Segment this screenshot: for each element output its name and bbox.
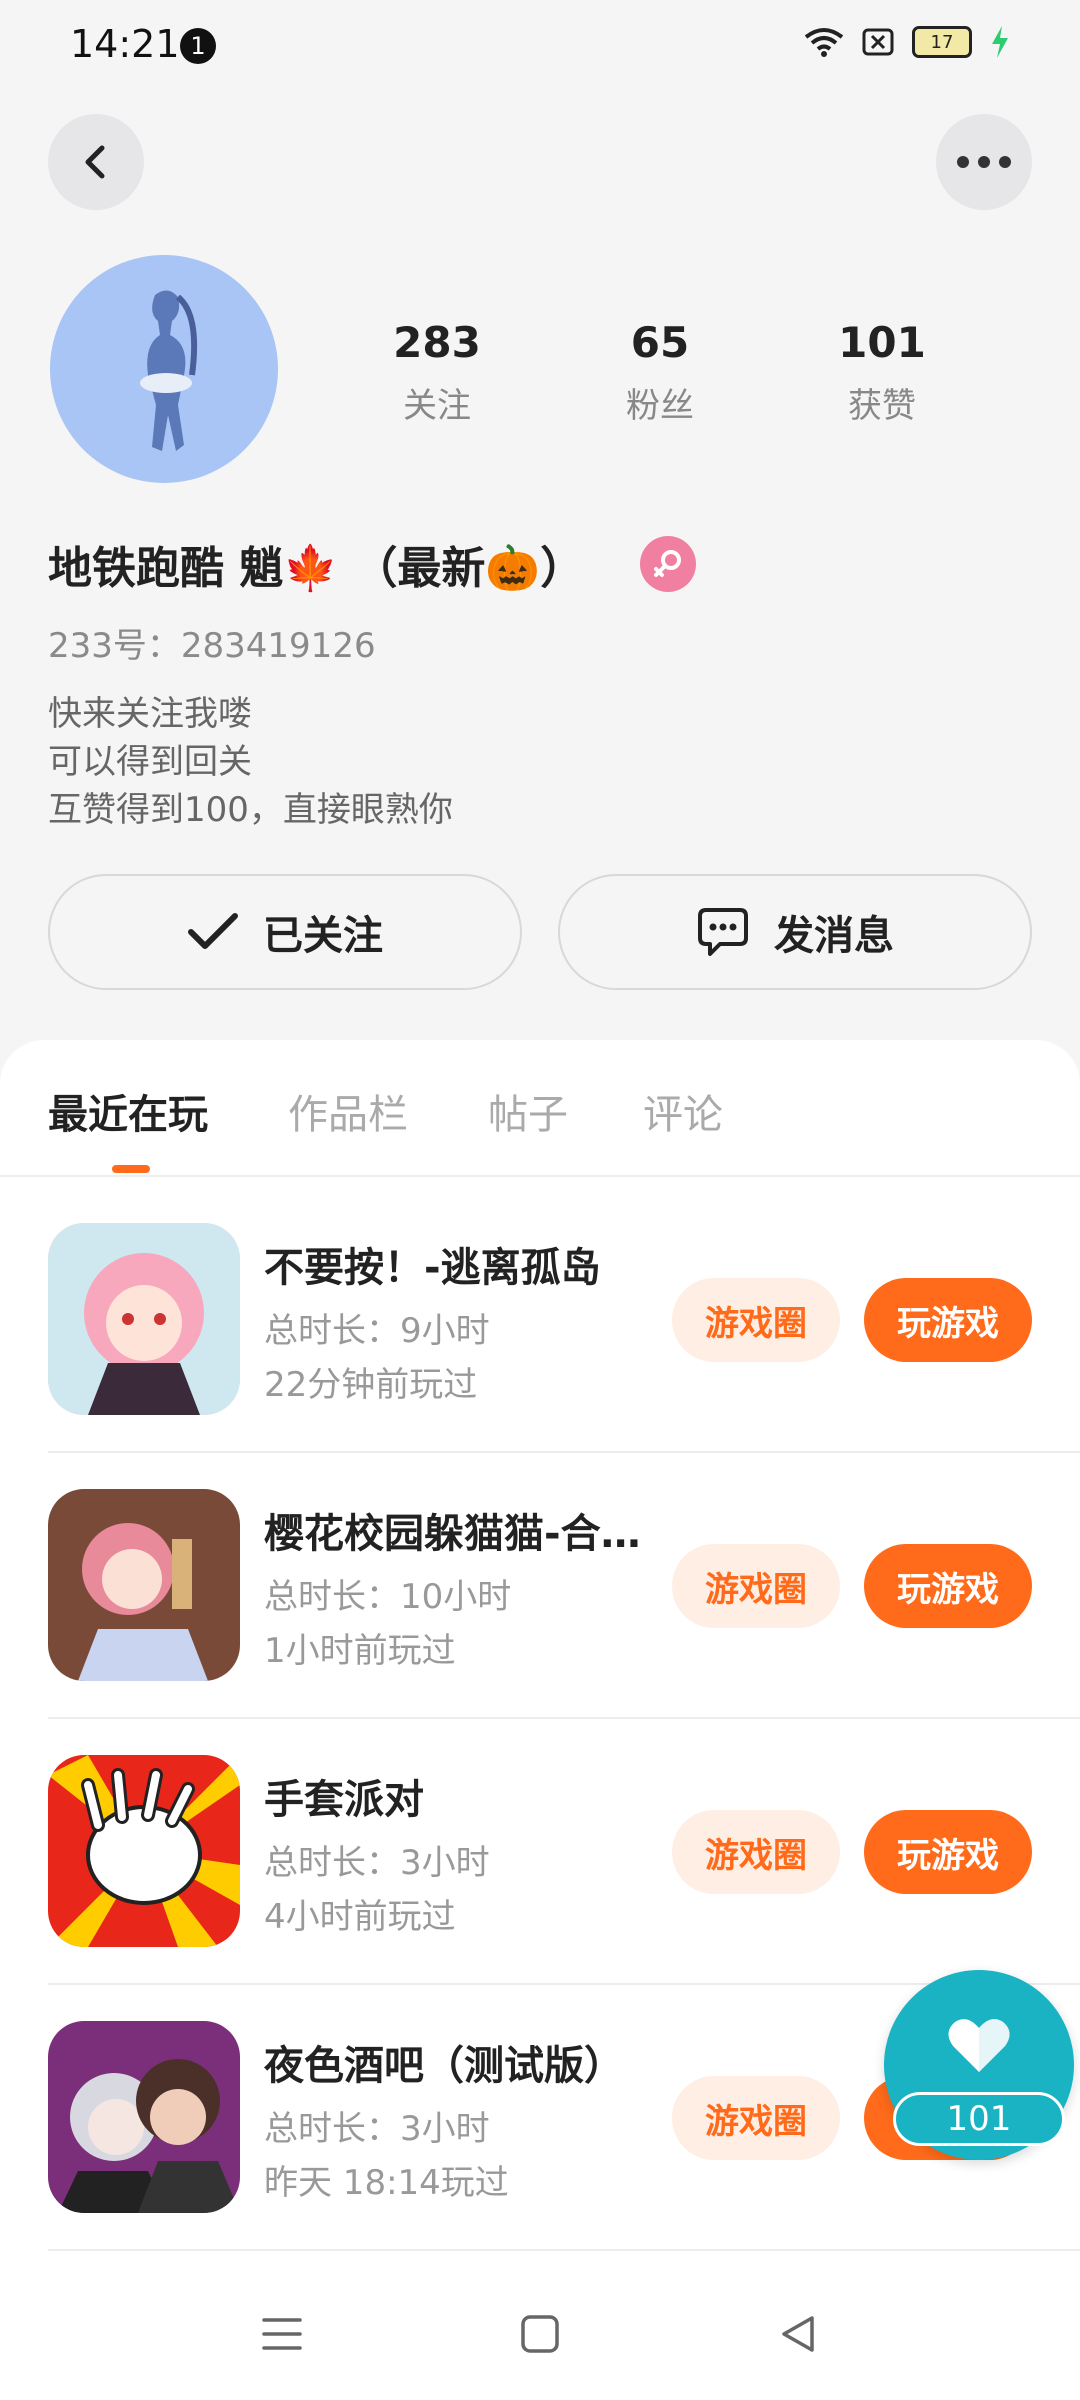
user-id: 233号：283419126 — [48, 626, 376, 666]
status-icons: 17 — [804, 26, 1010, 58]
likes-count[interactable]: 101 — [782, 318, 982, 367]
row-divider — [48, 2249, 1080, 2251]
like-count[interactable]: 101 — [893, 2092, 1065, 2146]
tab-works[interactable]: 作品栏 — [288, 1082, 408, 1140]
message-button[interactable]: 发消息 — [558, 874, 1032, 990]
game-duration: 总时长：3小时 — [264, 2109, 490, 2149]
game-thumbnail[interactable] — [48, 2021, 240, 2213]
game-title: 樱花校园躲猫猫-合… — [264, 1511, 641, 1557]
game-duration: 总时长：10小时 — [264, 1577, 512, 1617]
game-row[interactable]: 不要按！-逃离孤岛 总时长：9小时 22分钟前玩过 游戏圈 玩游戏 — [0, 1177, 1080, 1443]
status-time: 14:21 — [70, 22, 180, 66]
female-gender-icon — [640, 536, 696, 592]
avatar[interactable] — [50, 255, 278, 483]
following-label[interactable]: 关注 — [337, 378, 537, 427]
game-row[interactable]: 樱花校园躲猫猫-合… 总时长：10小时 1小时前玩过 游戏圈 玩游戏 — [0, 1443, 1080, 1709]
play-game-button[interactable]: 玩游戏 — [864, 1810, 1032, 1894]
game-thumbnail[interactable] — [48, 1489, 240, 1681]
check-icon — [188, 913, 238, 949]
system-nav-bar — [0, 2268, 1080, 2400]
avatar-character-icon — [140, 290, 198, 451]
charging-icon — [992, 26, 1008, 58]
wifi-icon — [804, 28, 844, 57]
fans-count[interactable]: 65 — [560, 318, 760, 367]
tab-posts[interactable]: 帖子 — [488, 1082, 568, 1140]
game-circle-button[interactable]: 游戏圈 — [672, 2076, 840, 2160]
following-button[interactable]: 已关注 — [48, 874, 522, 990]
game-row[interactable]: 手套派对 总时长：3小时 4小时前玩过 游戏圈 玩游戏 — [0, 1709, 1080, 1975]
game-title: 夜色酒吧（测试版） — [264, 2043, 624, 2089]
profile-name: 地铁跑酷 魈🍁 （最新🎃） — [48, 543, 585, 594]
more-dots-icon — [957, 156, 1011, 168]
game-duration: 总时长：3小时 — [264, 1843, 490, 1883]
tab-comments[interactable]: 评论 — [643, 1082, 723, 1140]
sim-off-icon — [862, 28, 894, 56]
game-circle-button[interactable]: 游戏圈 — [672, 1810, 840, 1894]
back-triangle-icon[interactable] — [778, 2314, 818, 2354]
back-button[interactable] — [48, 114, 144, 210]
game-circle-button[interactable]: 游戏圈 — [672, 1544, 840, 1628]
bio-line: 互赞得到100，直接眼熟你 — [48, 790, 453, 830]
notification-badge: 1 — [180, 28, 216, 64]
following-count[interactable]: 283 — [337, 318, 537, 367]
game-title: 不要按！-逃离孤岛 — [264, 1245, 601, 1291]
status-bar: 14:21 1 17 — [0, 0, 1080, 96]
likes-label[interactable]: 获赞 — [782, 378, 982, 427]
battery-icon: 17 — [912, 26, 972, 58]
game-circle-button[interactable]: 游戏圈 — [672, 1278, 840, 1362]
message-button-label: 发消息 — [774, 913, 894, 959]
bio-line: 可以得到回关 — [48, 742, 252, 782]
chat-bubble-icon — [698, 908, 748, 956]
game-last-played: 4小时前玩过 — [264, 1897, 456, 1937]
game-thumbnail[interactable] — [48, 1755, 240, 1947]
bio-line: 快来关注我喽 — [48, 694, 252, 734]
more-button[interactable] — [936, 114, 1032, 210]
game-last-played: 22分钟前玩过 — [264, 1365, 478, 1405]
play-game-button[interactable]: 玩游戏 — [864, 1544, 1032, 1628]
fans-label[interactable]: 粉丝 — [560, 378, 760, 427]
game-thumbnail[interactable] — [48, 1223, 240, 1415]
chevron-left-icon — [85, 145, 105, 179]
game-duration: 总时长：9小时 — [264, 1311, 490, 1351]
following-button-label: 已关注 — [263, 913, 383, 959]
menu-icon[interactable] — [262, 2316, 302, 2352]
heart-icon — [948, 2019, 1010, 2072]
home-square-icon[interactable] — [520, 2314, 560, 2354]
tab-recent-played[interactable]: 最近在玩 — [48, 1082, 208, 1140]
game-last-played: 昨天 18:14玩过 — [264, 2163, 509, 2203]
game-title: 手套派对 — [264, 1777, 424, 1823]
tab-indicator — [112, 1165, 150, 1173]
play-game-button[interactable]: 玩游戏 — [864, 1278, 1032, 1362]
game-last-played: 1小时前玩过 — [264, 1631, 456, 1671]
